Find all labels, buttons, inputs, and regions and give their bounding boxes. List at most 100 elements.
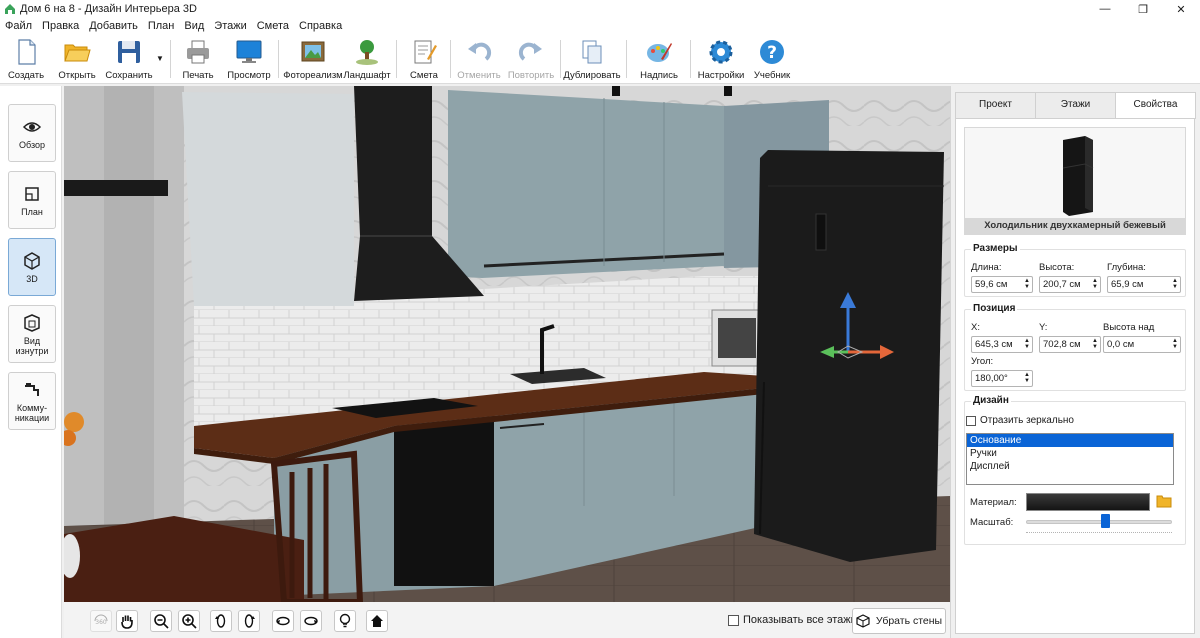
tilt-up-button[interactable] <box>272 610 294 632</box>
redo-button[interactable]: Повторить <box>506 37 556 83</box>
estimate-button[interactable]: Смета <box>404 37 444 83</box>
save-button[interactable]: Сохранить <box>104 37 154 83</box>
toolbar-separator <box>396 40 397 78</box>
gear-icon <box>709 40 733 64</box>
pan-button[interactable] <box>116 610 138 632</box>
menu-floors[interactable]: Этажи <box>209 20 251 32</box>
zoom-out-button[interactable] <box>150 610 172 632</box>
landscape-button[interactable]: Ландшафт <box>343 37 391 83</box>
faucet-pipe-icon <box>25 382 39 396</box>
spin-arrows-icon[interactable]: ▲ ▼ <box>1172 278 1178 290</box>
show-all-floors-checkbox[interactable]: Показывать все этажи <box>728 614 857 626</box>
photorealism-button[interactable]: Фотореализм <box>283 37 343 83</box>
mirror-checkbox[interactable]: Отразить зеркально <box>966 415 1074 426</box>
menu-file[interactable]: Файл <box>0 20 37 32</box>
menu-estimate[interactable]: Смета <box>252 20 294 32</box>
spin-arrows-icon[interactable]: ▲ ▼ <box>1024 338 1030 350</box>
refrigerator <box>754 150 944 562</box>
object-name: Холодильник двухкамерный бежевый <box>965 218 1185 234</box>
length-input[interactable]: 59,6 см ▲ ▼ <box>971 276 1033 293</box>
lighting-button[interactable] <box>334 610 356 632</box>
folder-icon[interactable] <box>1156 494 1172 508</box>
utilities-button[interactable]: Комму- никации <box>8 372 56 430</box>
menu-plan[interactable]: План <box>143 20 180 32</box>
properties-panel: Холодильник двухкамерный бежевый Размеры… <box>955 118 1195 634</box>
scale-slider-thumb[interactable] <box>1101 514 1111 528</box>
zoom-in-icon <box>182 614 197 629</box>
tab-project[interactable]: Проект <box>955 92 1036 118</box>
rotate-right-button[interactable] <box>238 610 260 632</box>
palette-brush-icon <box>647 43 672 62</box>
scale-slider-track[interactable] <box>1026 520 1172 524</box>
undo-arrow-icon <box>468 42 492 61</box>
rotate-left-button[interactable] <box>210 610 232 632</box>
label-button[interactable]: Надпись <box>636 37 682 83</box>
elevation-input[interactable]: 0,0 см ▲ ▼ <box>1103 336 1181 353</box>
checkbox-box[interactable] <box>728 614 739 626</box>
checkbox-box[interactable] <box>966 415 976 426</box>
menu-view[interactable]: Вид <box>179 20 209 32</box>
open-button[interactable]: Открыть <box>56 37 98 83</box>
ceiling-light-2 <box>724 86 732 96</box>
menu-help[interactable]: Справка <box>294 20 347 32</box>
create-button[interactable]: Создать <box>6 37 46 83</box>
inside-view-button[interactable]: Вид изнутри <box>8 305 56 363</box>
view-navigation-bar: 360 Показывать все этажи Убрать стены <box>64 602 950 638</box>
tab-properties[interactable]: Свойства <box>1115 92 1196 119</box>
minimize-button[interactable]: — <box>1086 0 1124 18</box>
settings-button[interactable]: Настройки <box>696 37 746 83</box>
material-label: Материал: <box>970 497 1017 508</box>
list-item[interactable]: Основание <box>967 434 1173 447</box>
window-title: Дом 6 на 8 - Дизайн Интерьера 3D <box>20 3 197 15</box>
rotate-360-button[interactable]: 360 <box>90 610 112 632</box>
undo-button[interactable]: Отменить <box>456 37 502 83</box>
material-swatch[interactable] <box>1026 493 1150 511</box>
toolbar-separator <box>278 40 279 78</box>
kitchen-3d-scene <box>64 86 950 602</box>
close-button[interactable]: ✕ <box>1162 0 1200 18</box>
tab-floors[interactable]: Этажи <box>1035 92 1116 118</box>
duplicate-button[interactable]: Дублировать <box>563 37 621 83</box>
view-3d-button[interactable]: 3D <box>8 238 56 296</box>
monitor-icon <box>236 40 262 63</box>
maximize-button[interactable]: ❐ <box>1124 0 1162 18</box>
height-input[interactable]: 200,7 см ▲ ▼ <box>1039 276 1101 293</box>
app-icon <box>5 4 15 14</box>
plan-button[interactable]: План <box>8 171 56 229</box>
menu-edit[interactable]: Правка <box>37 20 84 32</box>
home-view-button[interactable] <box>366 610 388 632</box>
preview-button[interactable]: Просмотр <box>226 37 272 83</box>
tilt-down-button[interactable] <box>300 610 322 632</box>
spin-arrows-icon[interactable]: ▲ ▼ <box>1092 278 1098 290</box>
floppy-disk-icon <box>118 41 140 63</box>
spin-arrows-icon[interactable]: ▲ ▼ <box>1172 338 1178 350</box>
menu-add[interactable]: Добавить <box>84 20 143 32</box>
spin-arrows-icon[interactable]: ▲ ▼ <box>1092 338 1098 350</box>
zoom-in-button[interactable] <box>178 610 200 632</box>
save-dropdown-icon[interactable]: ▼ <box>156 54 164 63</box>
list-item[interactable]: Ручки <box>967 447 1173 460</box>
list-item[interactable]: Дисплей <box>967 460 1173 473</box>
shelf-left <box>64 180 168 196</box>
room-interior-icon <box>24 313 40 332</box>
angle-input[interactable]: 180,00° ▲ ▼ <box>971 370 1033 387</box>
y-input[interactable]: 702,8 см ▲ ▼ <box>1039 336 1101 353</box>
help-question-icon: ? <box>760 40 784 64</box>
tilt-up-icon <box>276 616 290 626</box>
depth-input[interactable]: 65,9 см ▲ ▼ <box>1107 276 1181 293</box>
spin-arrows-icon[interactable]: ▲ ▼ <box>1024 372 1030 384</box>
overview-button[interactable]: Обзор <box>8 104 56 162</box>
angle-label: Угол: <box>971 356 994 367</box>
eye-icon <box>22 121 42 132</box>
mirror-label: Отразить зеркально <box>980 415 1074 426</box>
view-mode-sidebar: Обзор План 3D Вид изнутри Комму- никации <box>0 86 62 638</box>
remove-walls-button[interactable]: Убрать стены <box>852 608 946 634</box>
x-input[interactable]: 645,3 см ▲ ▼ <box>971 336 1033 353</box>
3d-viewport[interactable] <box>64 86 950 602</box>
tutorial-button[interactable]: ? Учебник <box>750 37 794 83</box>
print-button[interactable]: Печать <box>178 37 218 83</box>
design-title: Дизайн <box>971 395 1011 406</box>
flower-1 <box>64 412 84 432</box>
spin-arrows-icon[interactable]: ▲ ▼ <box>1024 278 1030 290</box>
rotate-right-icon <box>244 614 255 628</box>
